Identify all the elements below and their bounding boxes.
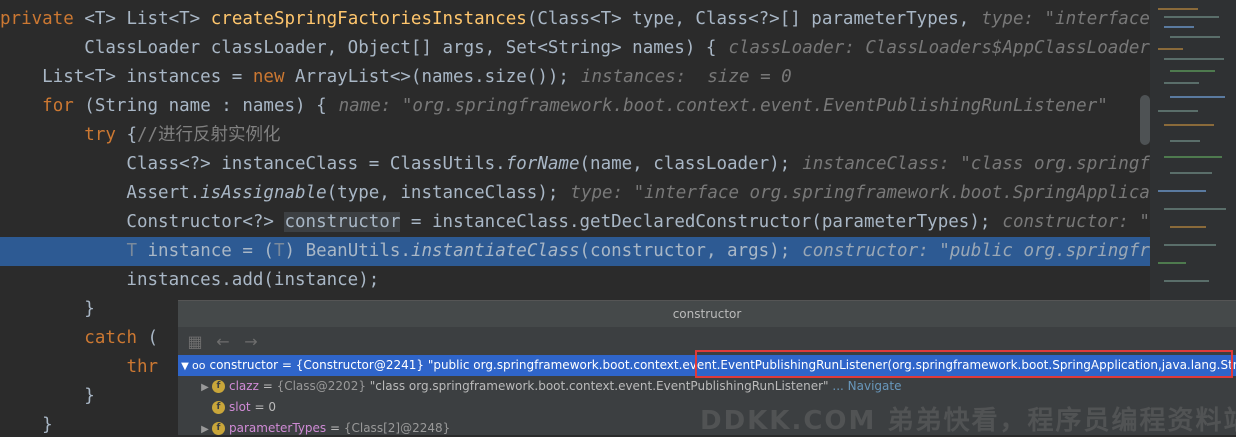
minimap-mark bbox=[1164, 58, 1224, 60]
minimap-mark bbox=[1158, 110, 1198, 112]
minimap-mark bbox=[1164, 208, 1226, 210]
watermark: DDKK.COM 弟弟快看，程序员编程资料站 bbox=[700, 406, 1236, 436]
minimap-mark bbox=[1170, 140, 1200, 142]
code-line-7: Assert.isAssignable(type, instanceClass)… bbox=[0, 179, 1150, 208]
copy-tree-icon[interactable]: ▦ bbox=[186, 332, 204, 351]
editor-scrollbar[interactable] bbox=[1140, 95, 1150, 145]
code-line-4: for (String name : names) {name: "org.sp… bbox=[42, 96, 1108, 116]
minimap-mark bbox=[1158, 190, 1206, 192]
code-line-8: Constructor<?> constructor = instanceCla… bbox=[0, 208, 1150, 237]
inline-debug-hint: instances: size = 0 bbox=[580, 67, 792, 87]
minimap-mark bbox=[1170, 172, 1212, 174]
minimap-mark bbox=[1164, 16, 1219, 18]
code-line-3: List<T> instances = new ArrayList<>(name… bbox=[0, 67, 792, 87]
highlight-annotation-box bbox=[695, 350, 1233, 378]
code-line-10: instances.add(instance); bbox=[0, 270, 380, 290]
minimap-mark bbox=[1164, 280, 1209, 282]
watch-glasses-icon: oo bbox=[192, 359, 206, 372]
current-execution-line: T instance = (T) BeanUtils.instantiateCl… bbox=[0, 237, 1150, 266]
collapse-arrow-icon[interactable]: ▼ bbox=[178, 356, 192, 377]
code-line-2: ClassLoader classLoader, Object[] args, … bbox=[0, 38, 1150, 58]
inline-debug-hint: instanceClass: "class org.springframewor… bbox=[802, 154, 1150, 174]
field-icon: f bbox=[212, 422, 225, 435]
minimap-mark bbox=[1170, 96, 1225, 98]
field-icon: f bbox=[212, 401, 225, 414]
forward-arrow-icon[interactable]: → bbox=[242, 332, 260, 351]
minimap-mark bbox=[1158, 262, 1186, 264]
minimap-mark bbox=[1164, 26, 1194, 28]
field-icon: f bbox=[212, 380, 225, 393]
minimap-mark bbox=[1170, 36, 1220, 38]
back-arrow-icon[interactable]: ← bbox=[214, 332, 232, 351]
minimap-mark bbox=[1170, 70, 1215, 72]
code-line-5: try {//进行反射实例化 bbox=[84, 125, 281, 145]
inline-debug-hint: name: "org.springframework.boot.context.… bbox=[338, 96, 1108, 116]
inline-debug-hint: type: "interface org..." bbox=[981, 9, 1150, 29]
expand-arrow-icon[interactable]: ▶ bbox=[198, 377, 212, 398]
tree-row-clazz[interactable]: ▶ f clazz = {Class@2202} "class org.spring… bbox=[178, 376, 1236, 397]
code-line-6: Class<?> instanceClass = ClassUtils.forN… bbox=[0, 150, 1150, 179]
minimap-mark bbox=[1164, 156, 1222, 158]
minimap-mark bbox=[1164, 244, 1216, 246]
minimap-mark bbox=[1158, 8, 1198, 10]
popup-title: constructor bbox=[178, 301, 1236, 327]
code-line-1: private <T> List<T> createSpringFactorie… bbox=[0, 5, 1150, 34]
inline-debug-hint: constructor: "public" bbox=[1002, 212, 1150, 232]
inline-debug-hint: classLoader: ClassLoaders$AppClassLoader bbox=[728, 38, 1150, 58]
expand-arrow-icon[interactable]: ▶ bbox=[198, 419, 212, 435]
minimap-mark bbox=[1164, 82, 1199, 84]
selected-identifier[interactable]: constructor bbox=[284, 212, 401, 232]
code-comment: //进行反射实例化 bbox=[136, 125, 281, 145]
inline-debug-hint: type: "interface org.springframework.boo… bbox=[570, 183, 1150, 203]
inline-debug-hint: constructor: "public org.springframework… bbox=[802, 241, 1150, 261]
minimap-mark bbox=[1158, 48, 1183, 50]
minimap-mark bbox=[1170, 226, 1206, 228]
navigate-link[interactable]: ... Navigate bbox=[829, 379, 901, 393]
minimap-mark bbox=[1164, 124, 1214, 126]
